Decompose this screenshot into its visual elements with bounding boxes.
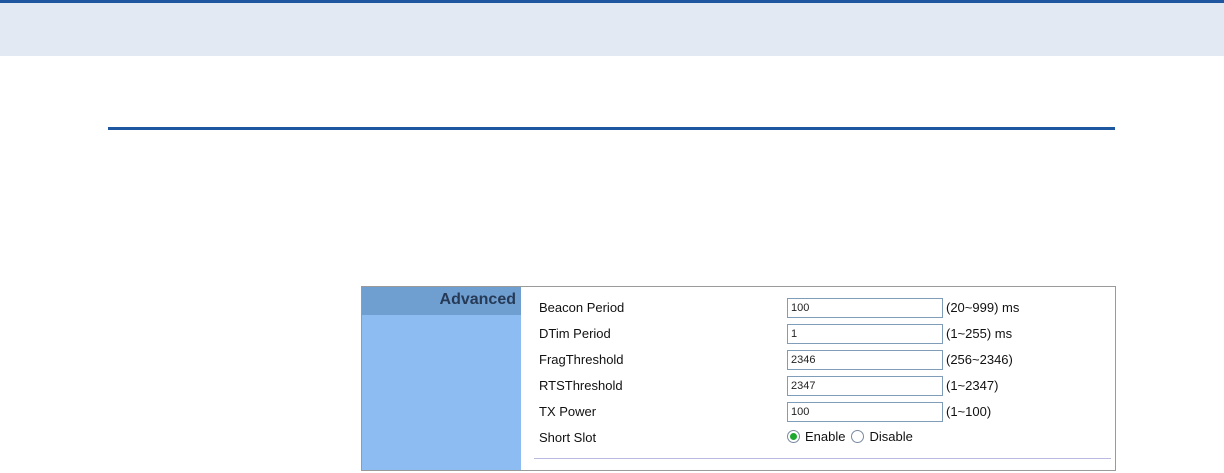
rts-threshold-range: (1~2347)	[946, 378, 999, 393]
row-tx-power: TX Power (1~100)	[521, 399, 1115, 425]
beacon-period-label: Beacon Period	[539, 300, 625, 315]
header-band	[0, 0, 1224, 56]
short-slot-enable-radio[interactable]	[787, 430, 800, 443]
dtim-period-range: (1~255) ms	[946, 326, 1013, 341]
row-beacon-period: Beacon Period (20~999) ms	[521, 295, 1115, 321]
row-dtim-period: DTim Period (1~255) ms	[521, 321, 1115, 347]
short-slot-radio-group: Enable Disable	[787, 429, 919, 444]
row-short-slot: Short Slot Enable Disable	[521, 425, 1115, 451]
dtim-period-label: DTim Period	[539, 326, 611, 341]
frag-threshold-input[interactable]	[787, 350, 943, 370]
dtim-period-input[interactable]	[787, 324, 943, 344]
rts-threshold-input[interactable]	[787, 376, 943, 396]
short-slot-disable-radio[interactable]	[851, 430, 865, 443]
panel-sidebar: Advanced	[362, 287, 521, 470]
beacon-period-range: (20~999) ms	[946, 300, 1020, 315]
frag-threshold-range: (256~2346)	[946, 352, 1013, 367]
form-bottom-divider	[534, 458, 1111, 459]
frag-threshold-label: FragThreshold	[539, 352, 624, 367]
tx-power-label: TX Power	[539, 404, 597, 419]
row-rts-threshold: RTSThreshold (1~2347)	[521, 373, 1115, 399]
panel-title: Advanced	[362, 287, 521, 315]
settings-form: Beacon Period (20~999) ms DTim Period (1…	[521, 287, 1115, 470]
beacon-period-input[interactable]	[787, 298, 943, 318]
rts-threshold-label: RTSThreshold	[539, 378, 623, 393]
tx-power-input[interactable]	[787, 402, 943, 422]
short-slot-label: Short Slot	[539, 430, 597, 445]
row-frag-threshold: FragThreshold (256~2346)	[521, 347, 1115, 373]
short-slot-enable-label[interactable]: Enable	[805, 429, 845, 444]
advanced-settings-panel: Advanced Beacon Period (20~999) ms DTim …	[361, 286, 1116, 471]
section-divider	[108, 127, 1115, 130]
tx-power-range: (1~100)	[946, 404, 992, 419]
short-slot-disable-label[interactable]: Disable	[869, 429, 912, 444]
